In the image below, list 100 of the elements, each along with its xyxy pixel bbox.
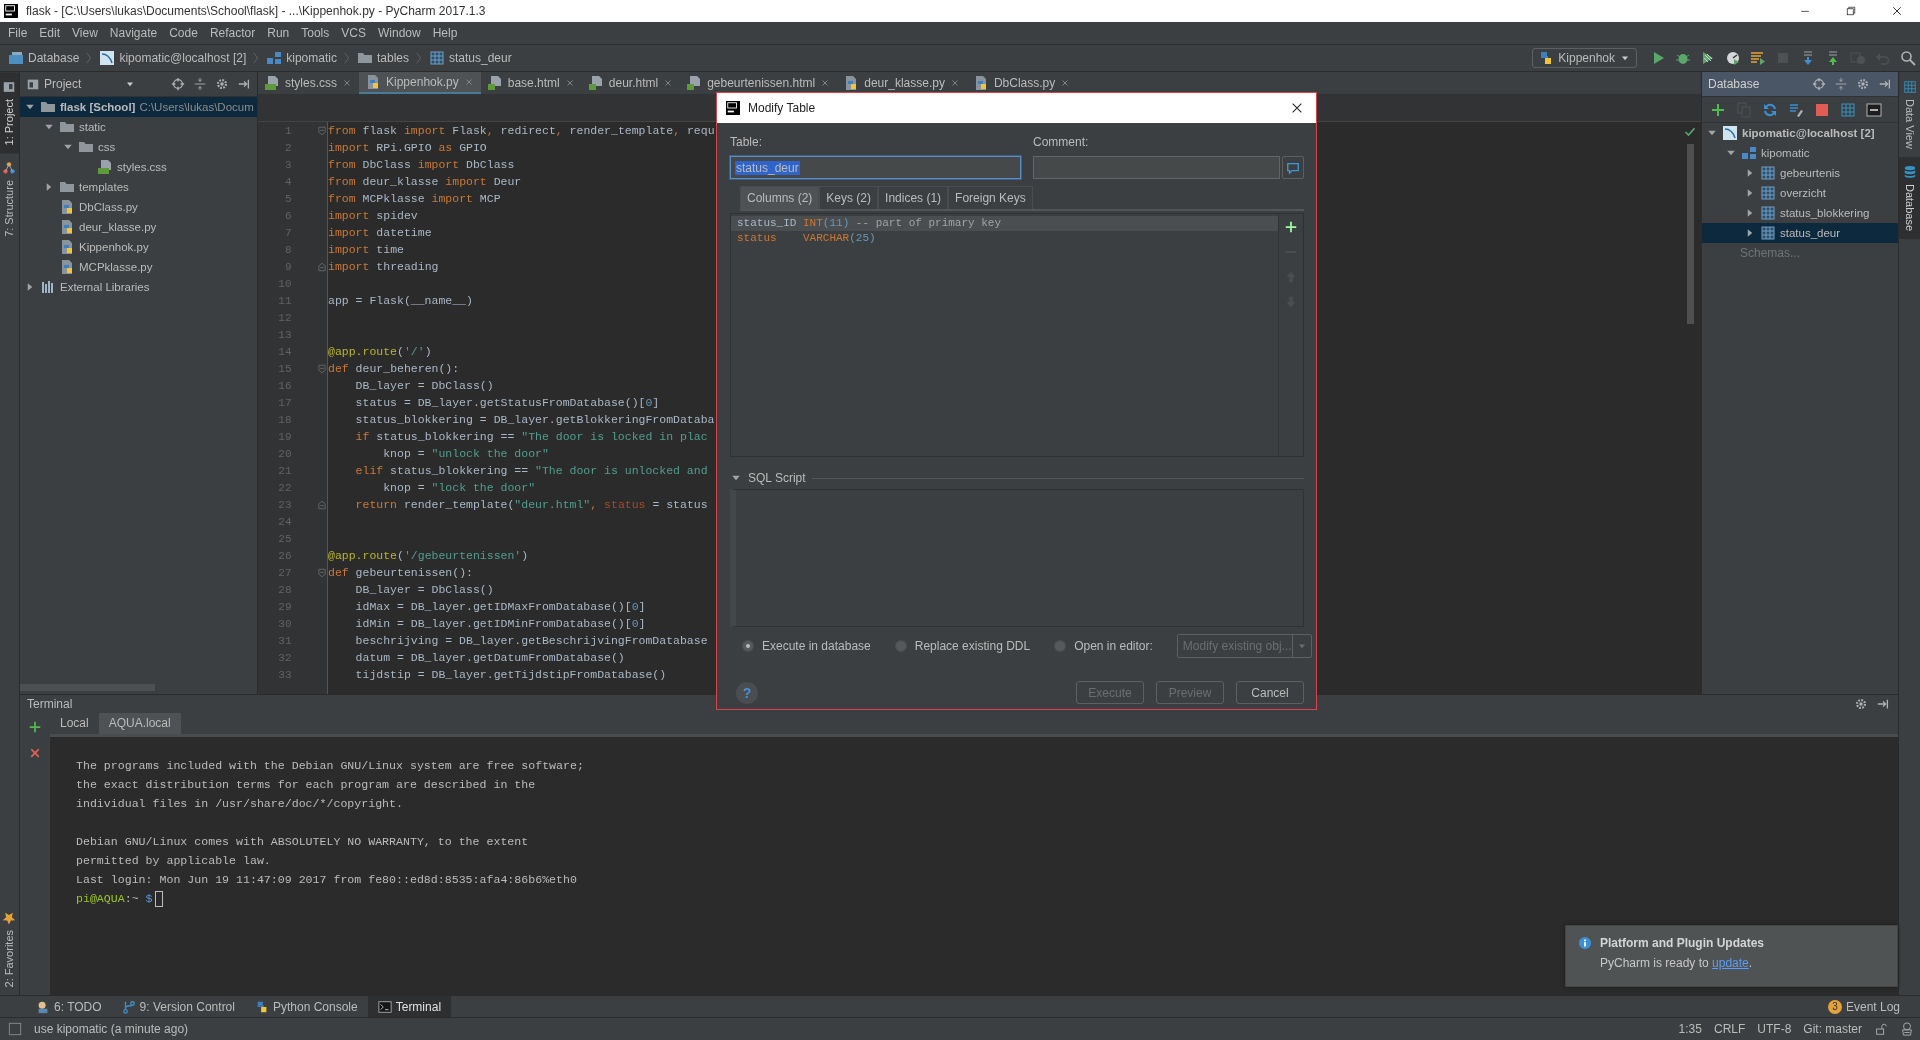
columns-list[interactable]: status_ID INT(11) -- part of primary key status VARCHAR(25) <box>730 213 1304 457</box>
stop-icon[interactable] <box>1814 101 1830 118</box>
caret-position[interactable]: 1:35 <box>1678 1022 1702 1036</box>
tool-window-tab[interactable]: Python Console <box>244 996 368 1017</box>
hide-icon[interactable] <box>1876 697 1890 711</box>
properties-icon[interactable] <box>1788 101 1804 118</box>
editor-tab[interactable]: DbClass.py <box>966 72 1078 94</box>
collapse-all-icon[interactable] <box>193 77 207 91</box>
close-icon[interactable] <box>1891 5 1903 17</box>
search-icon[interactable] <box>1900 50 1916 66</box>
lock-icon[interactable] <box>1874 1022 1888 1036</box>
tree-item[interactable]: templates <box>20 177 257 197</box>
breadcrumb[interactable]: Database <box>8 50 80 66</box>
column-row[interactable]: status VARCHAR(25) <box>731 231 1278 246</box>
locate-icon[interactable] <box>1812 77 1826 91</box>
breadcrumb[interactable]: tables <box>356 50 409 66</box>
tool-window-tab[interactable]: 9: Version Control <box>111 996 245 1017</box>
hide-icon[interactable] <box>1878 77 1892 91</box>
settings-icon[interactable] <box>1854 697 1868 711</box>
line-separator-selector[interactable]: CRLF <box>1713 1022 1746 1036</box>
tree-item[interactable]: DbClass.py <box>20 197 257 217</box>
tree-item[interactable]: static <box>20 117 257 137</box>
panel-title-dropdown[interactable]: Project <box>26 77 136 91</box>
fold-marker-icon[interactable] <box>317 499 327 510</box>
editor-tab[interactable]: styles.css <box>258 72 359 94</box>
tree-item[interactable]: kipomatic@localhost [2] <box>1702 123 1898 143</box>
tool-window-tab[interactable]: Terminal <box>367 996 452 1017</box>
tool-window-tab[interactable]: Data View <box>1899 72 1920 157</box>
tree-item[interactable]: status_blokkering <box>1702 203 1898 223</box>
menu-item[interactable]: Refactor <box>203 26 262 40</box>
menu-item[interactable]: File <box>2 26 34 40</box>
event-log-tab[interactable]: 3 Event Log <box>1817 996 1910 1017</box>
tool-window-tab[interactable]: 1: Project <box>0 72 19 154</box>
add-icon[interactable] <box>1710 101 1726 118</box>
add-icon[interactable] <box>1284 220 1298 234</box>
fold-marker-icon[interactable] <box>317 567 327 578</box>
horizontal-scrollbar[interactable] <box>20 684 155 691</box>
table-name-field[interactable]: status_deur <box>730 156 1021 179</box>
tool-window-tab[interactable]: 2: Favorites <box>0 902 19 995</box>
fold-marker-icon[interactable] <box>317 363 327 374</box>
breadcrumb[interactable]: kipomatic@localhost [2] <box>99 50 247 66</box>
menu-item[interactable]: Run <box>261 26 296 40</box>
tree-item[interactable]: css <box>20 137 257 157</box>
dialog-tab[interactable]: Keys (2) <box>819 186 879 209</box>
dialog-button[interactable]: Cancel <box>1236 681 1304 704</box>
breadcrumb[interactable]: status_deur <box>429 50 512 66</box>
dialog-tab[interactable]: Indices (1) <box>878 186 949 209</box>
tool-window-tab[interactable]: Database <box>1899 156 1920 240</box>
radio-button[interactable] <box>742 640 754 652</box>
tasks-icon[interactable] <box>1750 50 1766 66</box>
branch-selector[interactable]: Git: master <box>1803 1022 1862 1036</box>
comment-field[interactable] <box>1033 156 1280 179</box>
locate-icon[interactable] <box>171 77 185 91</box>
fold-marker-icon[interactable] <box>317 261 327 272</box>
breadcrumb[interactable]: kipomatic <box>266 50 337 66</box>
menu-item[interactable]: Edit <box>33 26 67 40</box>
restore-icon[interactable] <box>1845 5 1857 17</box>
menu-item[interactable]: Help <box>426 26 464 40</box>
menu-item[interactable]: Code <box>163 26 204 40</box>
add-icon[interactable] <box>28 720 42 734</box>
tree-item[interactable]: status_deur <box>1702 223 1898 243</box>
editor-tab[interactable]: base.html <box>480 72 582 94</box>
table-icon[interactable] <box>1840 101 1856 118</box>
inspector-icon[interactable] <box>1900 1022 1914 1036</box>
section-toggle[interactable]: SQL Script <box>730 471 806 485</box>
tree-item[interactable]: flask [School] C:\Users\lukas\Docum <box>20 97 257 117</box>
session-tab[interactable]: AQUA.local <box>98 713 181 734</box>
editor-tab[interactable]: gebeurtenissen.html <box>680 72 838 94</box>
tree-item[interactable]: kipomatic <box>1702 143 1898 163</box>
radio-button[interactable] <box>1054 640 1067 652</box>
tool-windows-icon[interactable] <box>8 1022 22 1036</box>
menu-item[interactable]: VCS <box>335 26 372 40</box>
editor-tab[interactable]: deur_klasse.py <box>837 72 967 94</box>
console-icon[interactable] <box>1866 101 1882 118</box>
menu-item[interactable]: Window <box>371 26 427 40</box>
settings-icon[interactable] <box>215 77 229 91</box>
tree-item[interactable]: overzicht <box>1702 183 1898 203</box>
comment-editor-button[interactable] <box>1282 156 1304 179</box>
run-config-dropdown[interactable]: Kippenhok <box>1532 48 1637 68</box>
menu-item[interactable]: View <box>66 26 104 40</box>
vertical-scrollbar[interactable] <box>1686 144 1694 324</box>
editor-tab[interactable]: Kippenhok.py <box>359 72 481 94</box>
encoding-selector[interactable]: UTF-8 <box>1757 1022 1792 1036</box>
profile-icon[interactable] <box>1725 50 1741 66</box>
tool-window-tab[interactable]: 7: Structure <box>0 153 19 246</box>
refresh-icon[interactable] <box>1762 101 1778 118</box>
tree-item[interactable]: External Libraries <box>20 277 257 297</box>
collapse-all-icon[interactable] <box>1834 77 1848 91</box>
session-tab[interactable]: Local <box>50 713 99 734</box>
menu-item[interactable]: Navigate <box>103 26 164 40</box>
tree-item[interactable]: styles.css <box>20 157 257 177</box>
tree-item[interactable]: deur_klasse.py <box>20 217 257 237</box>
editor-tab[interactable]: deur.html <box>581 72 681 94</box>
fold-marker-icon[interactable] <box>317 125 327 136</box>
tree-item[interactable]: MCPklasse.py <box>20 257 257 277</box>
close-icon[interactable] <box>1290 101 1304 115</box>
tool-window-tab[interactable]: 6: TODO <box>26 996 112 1017</box>
hide-icon[interactable] <box>237 77 251 91</box>
radio-button[interactable] <box>894 640 907 652</box>
dialog-tab[interactable]: Columns (2) <box>740 186 820 209</box>
